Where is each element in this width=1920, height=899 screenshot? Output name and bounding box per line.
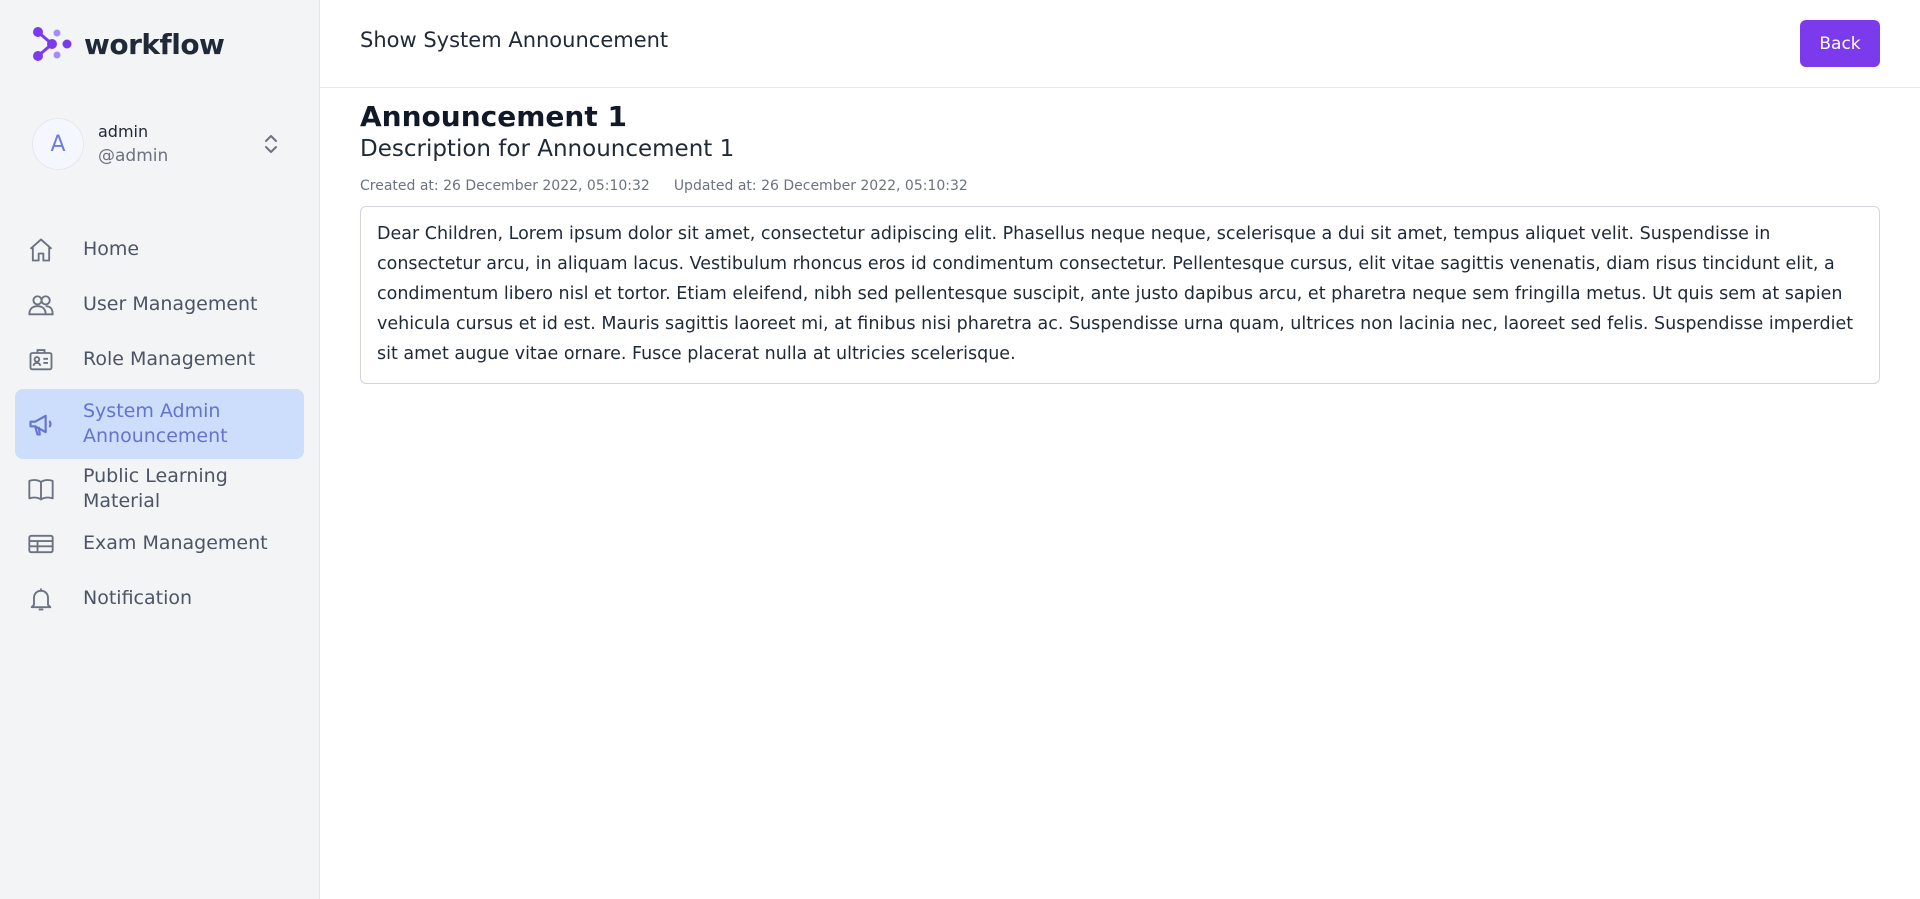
sidebar-item-label: Home (83, 238, 140, 260)
sidebar-item-label: System Admin Announcement (83, 400, 228, 447)
sidebar: workflow A admin @admin Home User Manage… (0, 0, 320, 899)
sidebar-item-user-management[interactable]: User Management (15, 277, 304, 332)
sidebar-item-label: User Management (83, 293, 258, 315)
home-icon (29, 238, 53, 261)
back-button[interactable]: Back (1800, 20, 1880, 67)
bell-icon (30, 588, 52, 610)
app-logo[interactable]: workflow (30, 24, 225, 64)
announcement-meta: Created at: 26 December 2022, 05:10:32 U… (360, 178, 1880, 194)
app-name: workflow (84, 27, 225, 61)
updated-at: Updated at: 26 December 2022, 05:10:32 (673, 178, 968, 194)
user-name: admin (98, 122, 149, 141)
sidebar-item-notification[interactable]: Notification (15, 571, 304, 626)
sidebar-item-role-management[interactable]: Role Management (15, 332, 304, 387)
sidebar-item-label: Notification (83, 587, 193, 609)
user-handle: @admin (98, 146, 169, 166)
sidebar-item-system-admin-announcement[interactable]: System Admin Announcement (15, 389, 304, 459)
table-icon (28, 534, 54, 553)
users-icon (28, 294, 54, 315)
sidebar-item-label: Role Management (83, 348, 256, 370)
sidebar-item-public-learning-material[interactable]: Public Learning Material (15, 461, 304, 516)
chevron-up-down-icon (265, 135, 277, 153)
sidebar-nav: Home User Management Role Management Sys… (15, 222, 304, 626)
announcement-title: Announcement 1 (360, 100, 627, 133)
user-menu[interactable]: A admin @admin (32, 118, 292, 170)
id-card-icon (29, 348, 53, 370)
announcement-description: Description for Announcement 1 (360, 136, 735, 162)
sidebar-item-exam-management[interactable]: Exam Management (15, 516, 304, 571)
page-header: Show System Announcement Back (320, 0, 1920, 88)
created-at: Created at: 26 December 2022, 05:10:32 (360, 178, 650, 194)
avatar: A (32, 118, 84, 170)
announcement-detail: Announcement 1 Description for Announcem… (360, 100, 1880, 384)
book-icon (28, 478, 54, 500)
megaphone-icon (29, 414, 52, 436)
sidebar-item-home[interactable]: Home (15, 222, 304, 277)
sidebar-item-label: Public Learning Material (83, 464, 228, 512)
page-title: Show System Announcement (360, 28, 669, 52)
announcement-body: Dear Children, Lorem ipsum dolor sit ame… (360, 206, 1880, 384)
workflow-logo-icon (33, 27, 72, 61)
sidebar-item-label: Exam Management (83, 532, 268, 554)
